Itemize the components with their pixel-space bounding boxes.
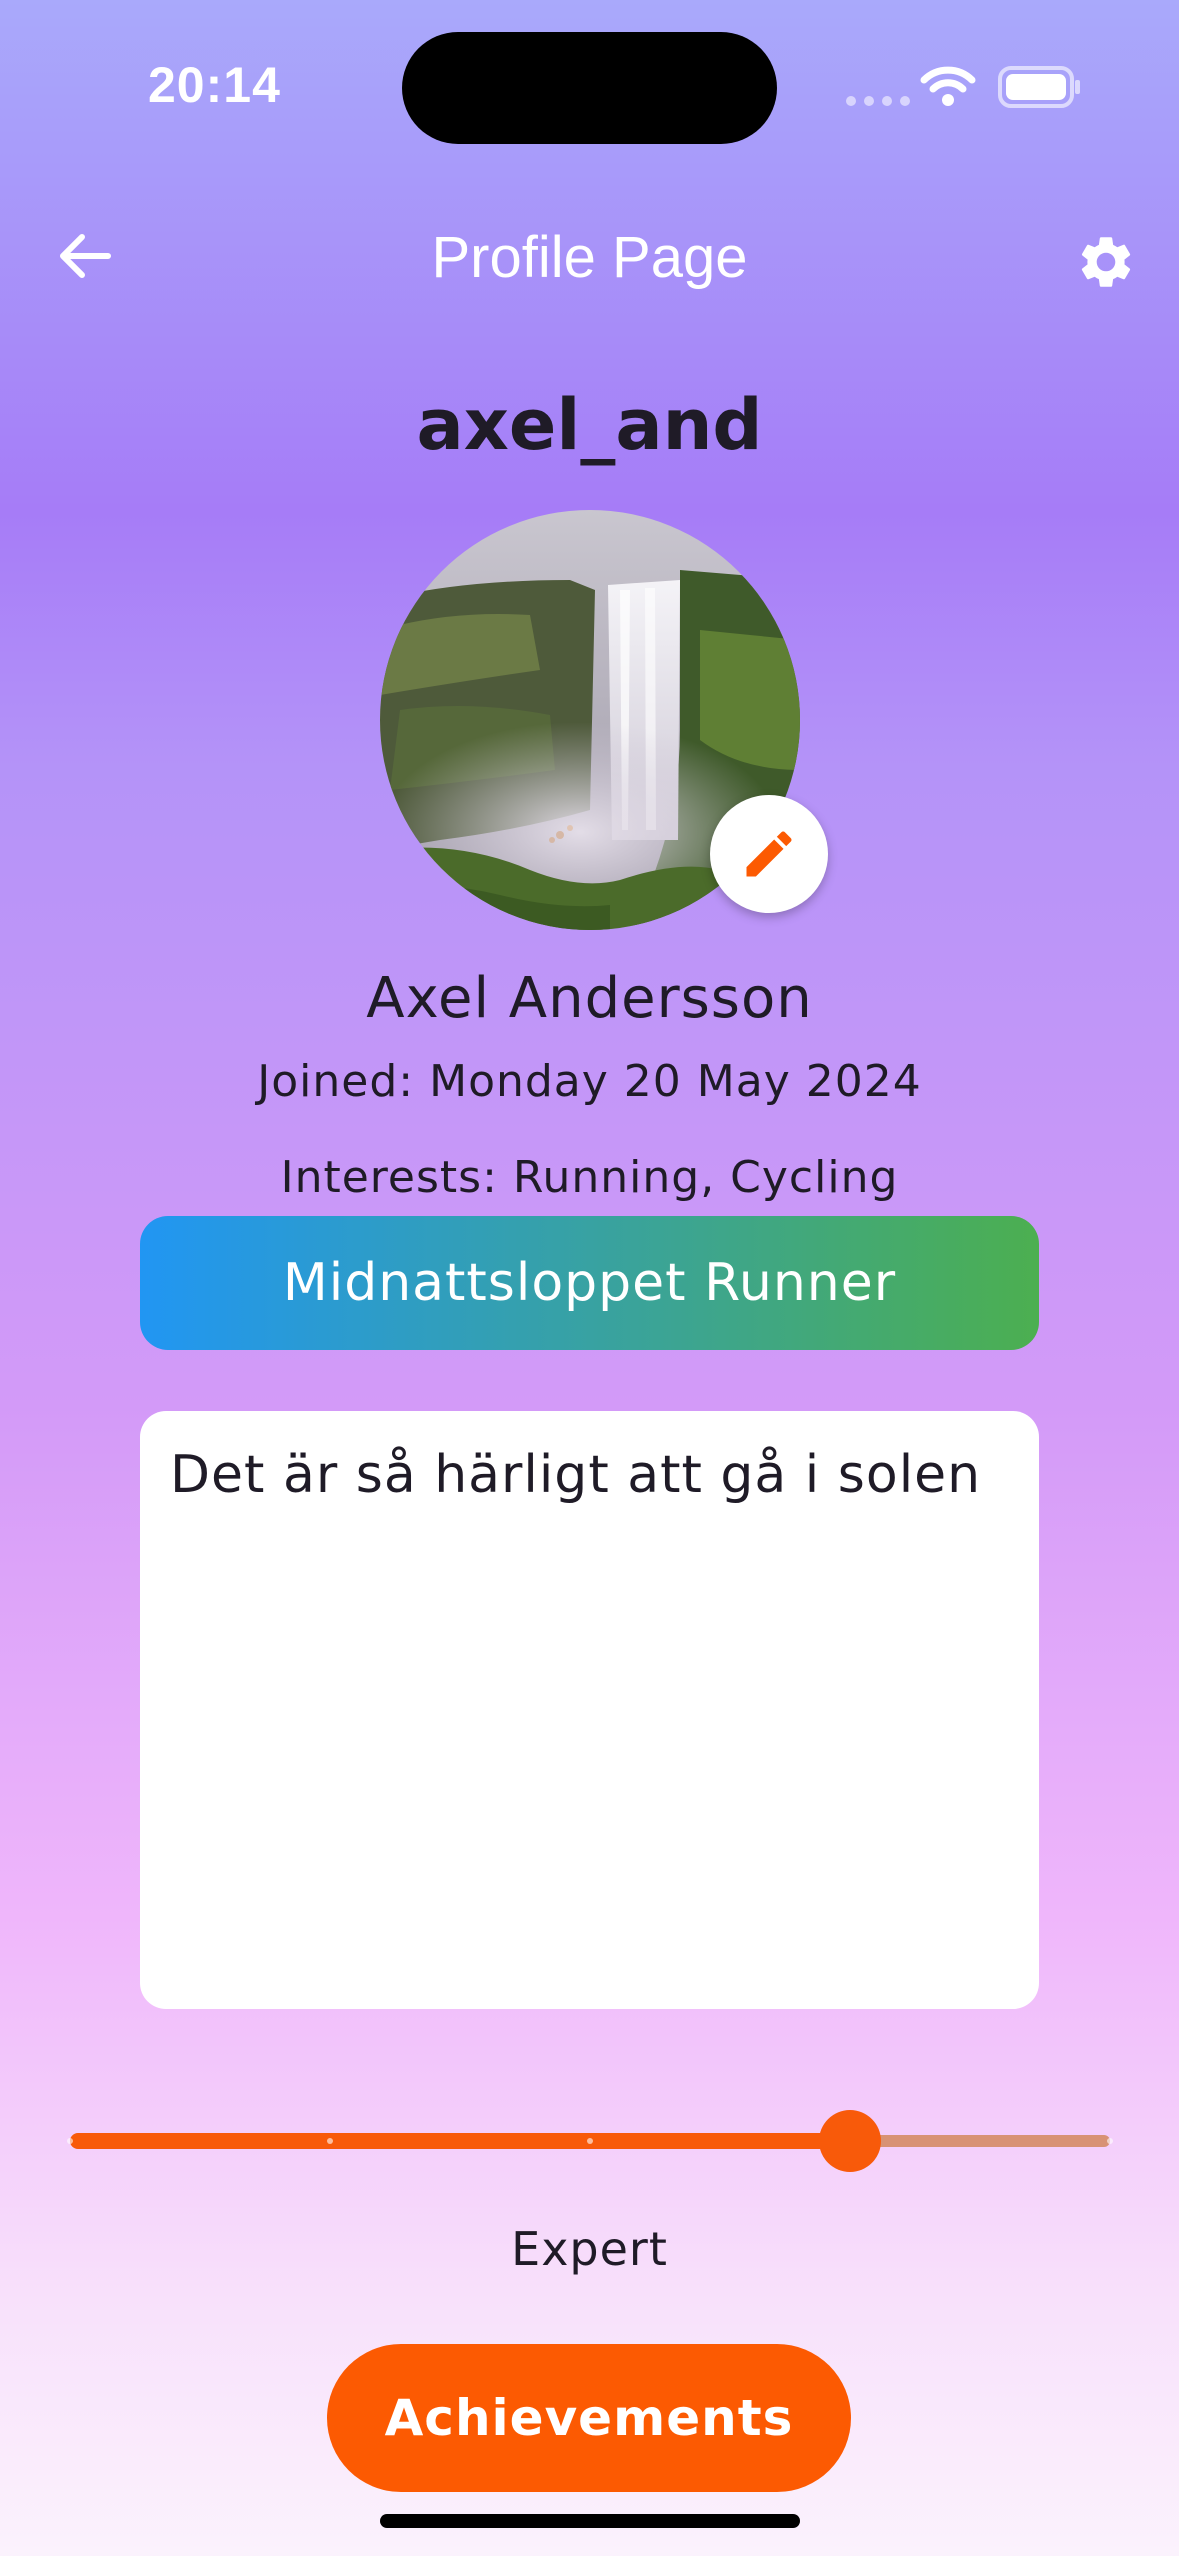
page-title: Profile Page xyxy=(431,225,748,290)
cellular-signal-icon xyxy=(846,96,910,106)
joined-date: Joined: Monday 20 May 2024 xyxy=(257,1056,922,1107)
slider-tick xyxy=(67,2138,73,2144)
bio-textarea[interactable]: Det är så härligt att gå i solen xyxy=(140,1411,1039,2009)
interests: Interests: Running, Cycling xyxy=(280,1152,899,1203)
bio-text: Det är så härligt att gå i solen xyxy=(170,1445,982,1505)
full-name: Axel Andersson xyxy=(366,966,813,1031)
slider-tick xyxy=(1107,2138,1113,2144)
title-badge: Midnattsloppet Runner xyxy=(140,1216,1039,1350)
level-label: Expert xyxy=(511,2222,668,2276)
pencil-icon xyxy=(746,831,792,877)
wifi-icon xyxy=(920,64,976,112)
home-indicator xyxy=(380,2514,800,2528)
edit-avatar-button[interactable] xyxy=(710,795,828,913)
slider-tick xyxy=(587,2138,593,2144)
battery-icon xyxy=(998,66,1082,112)
slider-active-track xyxy=(70,2133,850,2149)
gear-icon xyxy=(1081,237,1131,287)
dynamic-island xyxy=(402,32,777,144)
title-badge-label: Midnattsloppet Runner xyxy=(282,1253,897,1313)
slider-thumb[interactable] xyxy=(819,2110,881,2172)
slider-tick xyxy=(327,2138,333,2144)
achievements-button-label: Achievements xyxy=(384,2389,794,2447)
level-slider[interactable] xyxy=(67,2110,1113,2172)
settings-button[interactable] xyxy=(1072,228,1140,296)
username: axel_and xyxy=(416,384,763,466)
status-time: 20:14 xyxy=(148,57,281,113)
achievements-button[interactable]: Achievements xyxy=(327,2344,851,2492)
